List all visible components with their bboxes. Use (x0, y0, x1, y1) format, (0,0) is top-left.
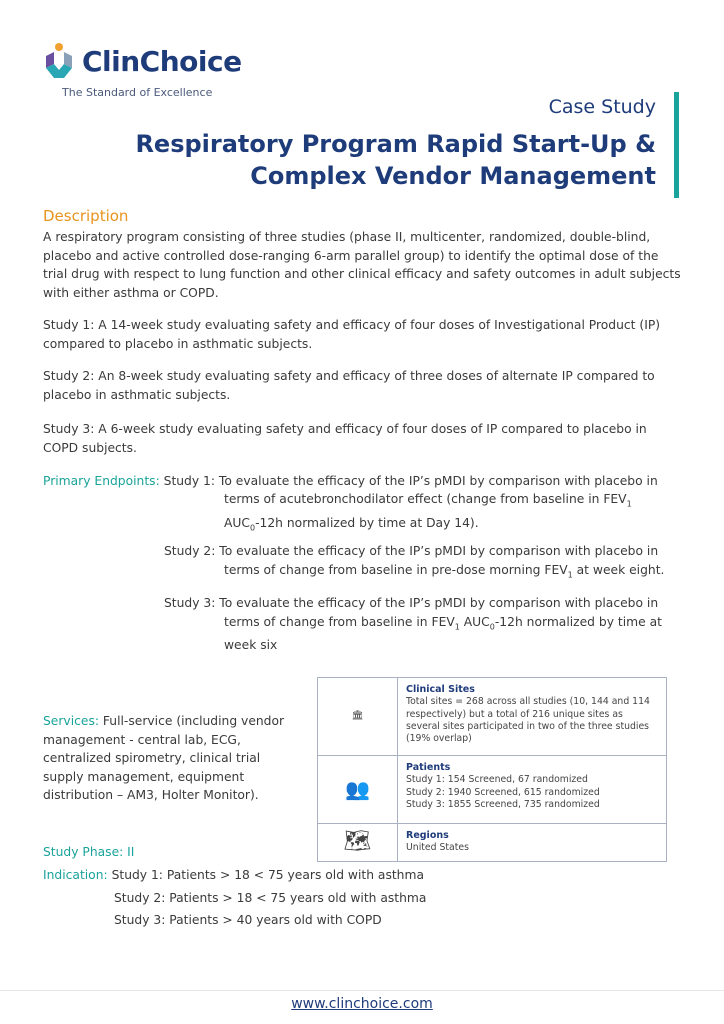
logo: ClinChoice (42, 42, 242, 80)
description-heading: Description (43, 207, 129, 225)
page-title: Respiratory Program Rapid Start-Up & Comp… (135, 130, 656, 190)
endpoint-study1-cont: terms of acutebronchodilator effect (cha… (224, 492, 632, 533)
endpoint-study3: Study 3: To evaluate the efficacy of the… (164, 596, 662, 653)
logo-text: ClinChoice (82, 44, 242, 78)
study2-desc: Study 2: An 8-week study evaluating safe… (43, 369, 655, 402)
endpoint-study2: Study 2: To evaluate the efficacy of the… (164, 544, 665, 579)
info-box: 🏛 Clinical Sites Total sites = 268 across… (317, 677, 667, 862)
study3-desc: Study 3: A 6-week study evaluating safet… (43, 422, 647, 455)
primary-endpoints: Primary Endpoints: Study 1: To evaluate … (43, 474, 658, 488)
description-intro: A respiratory program consisting of thre… (43, 230, 681, 300)
study1-desc: Study 1: A 14-week study evaluating safe… (43, 318, 661, 351)
services: Services: Full-service (including vendor… (43, 714, 285, 802)
indication: Indication: Study 1: Patients > 18 < 75 … (43, 868, 427, 927)
people-icon: 👥 (317, 755, 398, 824)
footer-divider (0, 990, 724, 991)
building-icon: 🏛 (317, 677, 398, 756)
logo-icon (46, 43, 72, 78)
website-link[interactable]: www.clinchoice.com (0, 996, 724, 1012)
accent-bar (674, 92, 679, 198)
tagline: The Standard of Excellence (62, 86, 213, 99)
doc-type: Case Study (548, 96, 656, 118)
world-map-icon: 🗺 (317, 823, 398, 862)
